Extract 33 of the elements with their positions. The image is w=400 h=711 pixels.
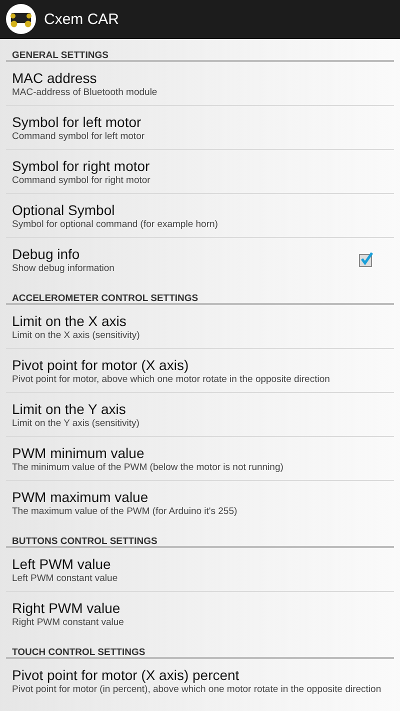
setting-summary: Symbol for optional command (for example horn) [12,218,219,230]
setting-summary: Right PWM constant value [12,617,125,629]
setting-title: Left PWM value [12,556,112,572]
section-header: TOUCH CONTROL SETTINGS [12,647,146,658]
setting-title: Pivot point for motor (X axis) percent [12,667,240,683]
section-header: GENERAL SETTINGS [12,50,108,61]
setting-title: Pivot point for motor (X axis) [12,356,190,372]
setting-summary: Pivot point for motor (in percent), above which one motor rotate in the opposite direction [12,684,382,696]
setting-summary: Limit on the Y axis (sensitivity) [12,418,140,430]
setting-summary: Command symbol for left motor [12,130,146,142]
setting-title: MAC address [12,70,98,86]
setting-summary: The maximum value of the PWM (for Arduino it's 255) [12,506,238,518]
setting-title: Optional Symbol [12,202,116,218]
section-header: BUTTONS CONTROL SETTINGS [12,536,158,547]
section-header: ACCELEROMETER CONTROL SETTINGS [12,293,198,304]
setting-summary: MAC-address of Bluetooth module [12,86,158,98]
setting-title: PWM maximum value [12,489,150,505]
app-title: Cxem CAR [44,10,120,28]
setting-title: Debug info [12,246,81,262]
setting-title: Limit on the Y axis [12,400,127,416]
checkbox[interactable] [359,254,372,267]
setting-title: Symbol for left motor [12,114,142,130]
setting-title: PWM minimum value [12,444,146,460]
setting-summary: Show debug information [12,263,116,275]
setting-summary: Limit on the X axis (sensitivity) [12,330,141,342]
setting-summary: The minimum value of the PWM (below the motor is not running) [12,462,284,474]
setting-title: Symbol for right motor [12,158,151,174]
setting-summary: Left PWM constant value [12,572,119,584]
setting-summary: Command symbol for right motor [12,174,152,186]
app-logo-icon [6,4,36,34]
setting-title: Right PWM value [12,600,122,616]
setting-title: Limit on the X axis [12,312,128,328]
setting-summary: Pivot point for motor, above which one motor rotate in the opposite direction [12,374,331,386]
